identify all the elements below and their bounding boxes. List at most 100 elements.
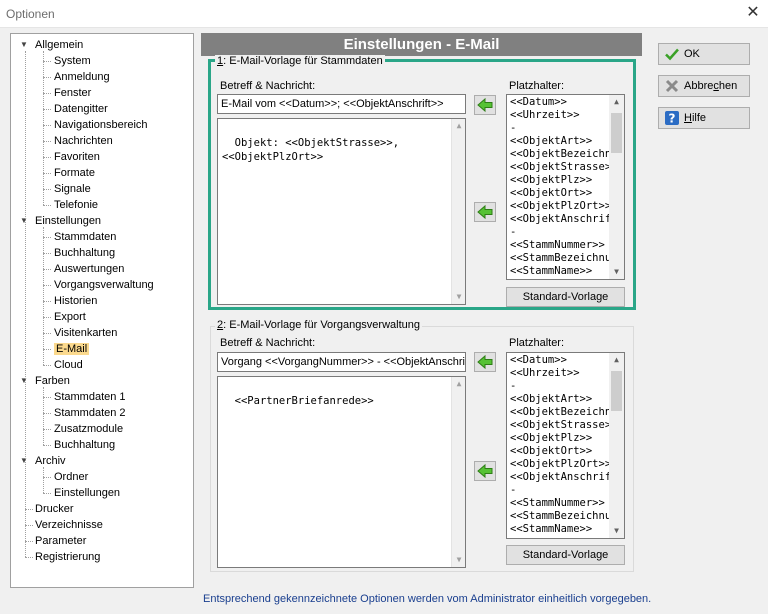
tree-item-label: Formate xyxy=(54,167,95,179)
tree-item-label: Vorgangsverwaltung xyxy=(54,279,154,291)
tree-item[interactable]: Favoriten xyxy=(54,149,100,165)
tree-item[interactable]: Registrierung xyxy=(35,549,100,565)
tree-item[interactable]: Vorgangsverwaltung xyxy=(54,277,154,293)
svg-text:?: ? xyxy=(669,112,676,126)
tree-item-label: System xyxy=(54,55,91,67)
placeholder-items-1[interactable]: <<Datum>> <<Uhrzeit>> - <<ObjektArt>> <<… xyxy=(510,96,624,278)
tree-item[interactable]: Farben xyxy=(35,373,70,389)
placeholder-list-1[interactable]: <<Datum>> <<Uhrzeit>> - <<ObjektArt>> <<… xyxy=(506,94,625,280)
options-tree[interactable]: ▼ Allgemein System Anmeldung Fenster Datengit… xyxy=(10,33,194,588)
tree-item-label: Visitenkarten xyxy=(54,327,118,339)
checkmark-icon xyxy=(665,48,679,61)
tree-item[interactable]: Signale xyxy=(54,181,91,197)
tree-line xyxy=(43,429,51,430)
tree-item[interactable]: Auswertungen xyxy=(54,261,124,277)
textarea-scrollbar-2[interactable]: ▲ ▼ xyxy=(451,377,465,567)
insert-placeholder-subject-button-2[interactable] xyxy=(474,352,496,372)
subject-input-1[interactable]: E-Mail vom <<Datum>>; <<ObjektAnschrift>… xyxy=(217,94,466,114)
admin-note: Entsprechend gekennzeichnete Optionen we… xyxy=(203,593,652,605)
tree-item[interactable]: Archiv xyxy=(35,453,66,469)
tree-item[interactable]: Fenster xyxy=(54,85,91,101)
tree-item-label: Signale xyxy=(54,183,91,195)
tree-item[interactable]: Stammdaten 1 xyxy=(54,389,126,405)
scroll-up-icon[interactable]: ▲ xyxy=(609,353,624,367)
group-vorgang-legend: 2: E-Mail-Vorlage für Vorgangsverwaltung xyxy=(215,319,423,331)
tree-item[interactable]: Cloud xyxy=(54,357,83,373)
placeholder-items-2[interactable]: <<Datum>> <<Uhrzeit>> - <<ObjektArt>> <<… xyxy=(510,354,624,536)
scroll-down-icon[interactable]: ▼ xyxy=(609,265,624,279)
cancel-button[interactable]: Abbrechen xyxy=(658,75,750,97)
placeholder-label-2: Platzhalter: xyxy=(509,337,565,349)
tree-item[interactable]: Stammdaten xyxy=(54,229,116,245)
tree-item-label: Fenster xyxy=(54,87,92,99)
tree-item[interactable]: Formate xyxy=(54,165,95,181)
subject-label-2: Betreff & Nachricht: xyxy=(220,337,316,349)
close-icon[interactable]: ✕ xyxy=(738,0,768,28)
scroll-down-icon[interactable]: ▼ xyxy=(609,524,624,538)
standard-template-button-2[interactable]: Standard-Vorlage xyxy=(506,545,625,565)
ok-button[interactable]: OK xyxy=(658,43,750,65)
tree-item[interactable]: Telefonie xyxy=(54,197,98,213)
tree-item[interactable]: Ordner xyxy=(54,469,88,485)
scroll-up-icon[interactable]: ▲ xyxy=(452,119,466,133)
tree-item[interactable]: Zusatzmodule xyxy=(54,421,123,437)
insert-placeholder-subject-button-1[interactable] xyxy=(474,95,496,115)
tree-item-label: Einstellungen xyxy=(35,215,102,227)
scroll-up-icon[interactable]: ▲ xyxy=(609,95,624,109)
scroll-down-icon[interactable]: ▼ xyxy=(452,290,466,304)
placeholder-scrollbar-1[interactable]: ▲ ▼ xyxy=(609,95,624,279)
tree-line xyxy=(43,397,51,398)
tree-item[interactable]: Stammdaten 2 xyxy=(54,405,126,421)
scrollbar-thumb[interactable] xyxy=(611,371,622,411)
subject-input-2[interactable]: Vorgang <<VorgangNummer>> - <<ObjektAnsc… xyxy=(217,352,466,372)
tree-item-label: Navigationsbereich xyxy=(54,119,148,131)
help-button[interactable]: ? Hilfe xyxy=(658,107,750,129)
tree-line xyxy=(25,51,26,557)
tree-item[interactable]: Navigationsbereich xyxy=(54,117,148,133)
scroll-up-icon[interactable]: ▲ xyxy=(452,377,466,391)
tree-item[interactable]: Drucker xyxy=(35,501,74,517)
tree-item[interactable]: Export xyxy=(54,309,86,325)
tree-item-label: E-Mail xyxy=(54,343,90,355)
tree-line xyxy=(43,253,51,254)
tree-item[interactable]: E-Mail xyxy=(54,341,90,357)
tree-item-label: Cloud xyxy=(54,359,83,371)
insert-placeholder-body-button-1[interactable] xyxy=(474,202,496,222)
tree-item[interactable]: Verzeichnisse xyxy=(35,517,103,533)
scroll-down-icon[interactable]: ▼ xyxy=(452,553,466,567)
tree-line xyxy=(43,109,51,110)
tree-item-label: Stammdaten xyxy=(54,231,117,243)
subject-label-1: Betreff & Nachricht: xyxy=(220,80,316,92)
tree-line xyxy=(43,301,51,302)
tree-item[interactable]: Historien xyxy=(54,293,97,309)
tree-line xyxy=(43,333,51,334)
tree-item[interactable]: Einstellungen xyxy=(35,213,101,229)
tree-line xyxy=(43,467,44,493)
tree-item[interactable]: Visitenkarten xyxy=(54,325,117,341)
tree-item[interactable]: Datengitter xyxy=(54,101,108,117)
message-textarea-2[interactable]: <<PartnerBriefanrede>> ▲ ▼ xyxy=(217,376,466,568)
tree-item-label: Einstellungen xyxy=(54,487,121,499)
textarea-scrollbar-1[interactable]: ▲ ▼ xyxy=(451,119,465,304)
message-textarea-1[interactable]: Objekt: <<ObjektStrasse>>, <<ObjektPlzOr… xyxy=(217,118,466,305)
tree-line xyxy=(43,77,51,78)
placeholder-scrollbar-2[interactable]: ▲ ▼ xyxy=(609,353,624,538)
tree-line xyxy=(25,541,33,542)
insert-placeholder-body-button-2[interactable] xyxy=(474,461,496,481)
scrollbar-thumb[interactable] xyxy=(611,113,622,153)
placeholder-list-2[interactable]: <<Datum>> <<Uhrzeit>> - <<ObjektArt>> <<… xyxy=(506,352,625,539)
tree-item[interactable]: Buchhaltung xyxy=(54,437,115,453)
tree-item[interactable]: Einstellungen xyxy=(54,485,120,501)
tree-line xyxy=(43,141,51,142)
placeholder-label-1: Platzhalter: xyxy=(509,80,565,92)
tree-item[interactable]: Nachrichten xyxy=(54,133,113,149)
tree-item[interactable]: Buchhaltung xyxy=(54,245,115,261)
tree-line xyxy=(43,477,51,478)
title-bar: Optionen ✕ xyxy=(0,0,768,28)
standard-template-button-1[interactable]: Standard-Vorlage xyxy=(506,287,625,307)
tree-item-label: Favoriten xyxy=(54,151,100,163)
tree-item[interactable]: Anmeldung xyxy=(54,69,110,85)
tree-item[interactable]: System xyxy=(54,53,91,69)
arrow-left-icon xyxy=(477,354,493,370)
tree-item[interactable]: Parameter xyxy=(35,533,86,549)
